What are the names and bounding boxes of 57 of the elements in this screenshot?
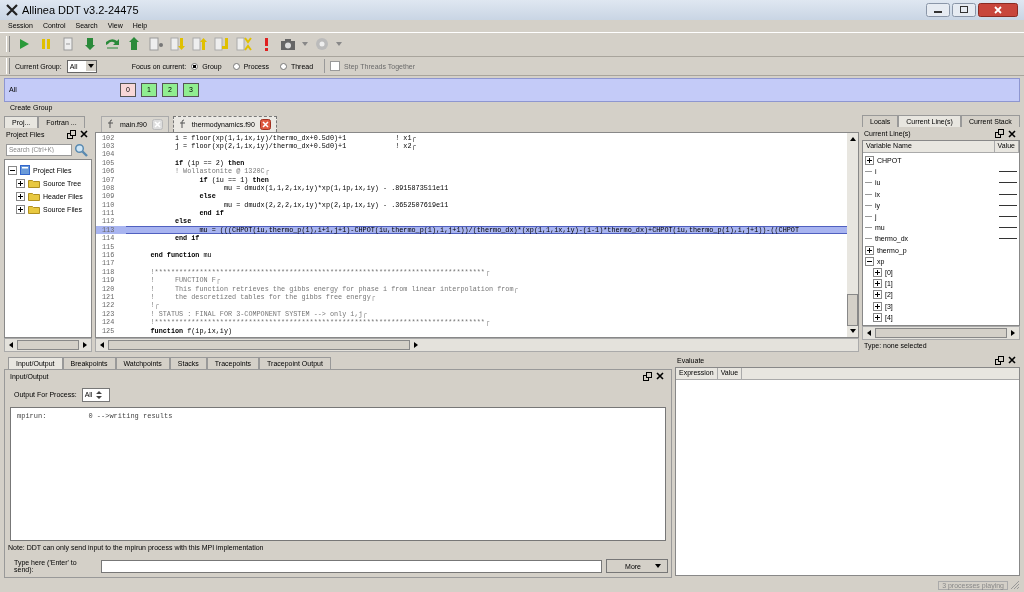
scroll-thumb[interactable] (108, 339, 410, 350)
dropdown-arrow-icon[interactable] (85, 61, 96, 72)
window-title: Allinea DDT v3.2-24475 (22, 3, 140, 16)
minimize-icon[interactable] (926, 2, 950, 17)
folder-icon (28, 178, 40, 188)
close-icon[interactable] (978, 2, 1018, 17)
value-line (999, 227, 1017, 229)
expand-icon[interactable] (873, 290, 882, 300)
close-icon[interactable] (80, 130, 88, 139)
input-field[interactable] (100, 559, 603, 573)
expand-icon[interactable] (873, 279, 882, 289)
value-line (999, 171, 1017, 173)
close-icon[interactable] (1008, 129, 1016, 138)
scroll-right-icon[interactable] (412, 340, 420, 349)
vertical-scrollbar[interactable] (847, 132, 858, 337)
value-line (999, 216, 1017, 218)
resize-grip-icon[interactable] (1010, 580, 1020, 591)
scroll-left-icon[interactable] (865, 328, 873, 337)
expand-icon[interactable] (16, 204, 25, 214)
maximize-icon[interactable] (952, 2, 976, 17)
spin-arrows-icon[interactable] (95, 388, 104, 401)
caret-icon[interactable] (655, 564, 661, 569)
collapse-icon[interactable] (8, 165, 17, 175)
float-icon[interactable] (643, 371, 652, 381)
value-line (999, 204, 1017, 206)
value-line (999, 238, 1017, 240)
scroll-thumb[interactable] (875, 327, 1007, 338)
scroll-thumb[interactable] (17, 339, 79, 350)
close-icon[interactable] (656, 372, 664, 381)
expand-icon[interactable] (16, 178, 25, 188)
scroll-thumb[interactable] (847, 293, 858, 326)
float-icon[interactable] (67, 129, 76, 139)
float-icon[interactable] (995, 355, 1004, 365)
fortran-file-icon (107, 119, 115, 130)
scroll-left-icon[interactable] (7, 340, 15, 349)
expand-icon[interactable] (865, 245, 874, 255)
camera-icon[interactable] (280, 36, 296, 53)
x-logo-icon (6, 3, 18, 16)
value-line (999, 193, 1017, 195)
expand-icon[interactable] (873, 312, 882, 322)
scroll-left-icon[interactable] (98, 340, 106, 349)
close-tab-icon[interactable] (259, 118, 271, 130)
folder-icon (28, 204, 40, 214)
close-icon[interactable] (1008, 356, 1016, 365)
expand-icon[interactable] (873, 301, 882, 311)
value-line (999, 182, 1017, 184)
scroll-right-icon[interactable] (81, 340, 89, 349)
expand-icon[interactable] (16, 191, 25, 201)
project-icon (20, 165, 30, 176)
scroll-right-icon[interactable] (1009, 328, 1017, 337)
fortran-file-icon (178, 119, 187, 130)
expand-icon[interactable] (865, 156, 874, 166)
collapse-icon[interactable] (865, 256, 874, 266)
expand-icon[interactable] (873, 268, 882, 277)
page-arrow-icon[interactable] (148, 36, 164, 53)
float-icon[interactable] (995, 129, 1004, 139)
folder-icon (28, 191, 40, 201)
